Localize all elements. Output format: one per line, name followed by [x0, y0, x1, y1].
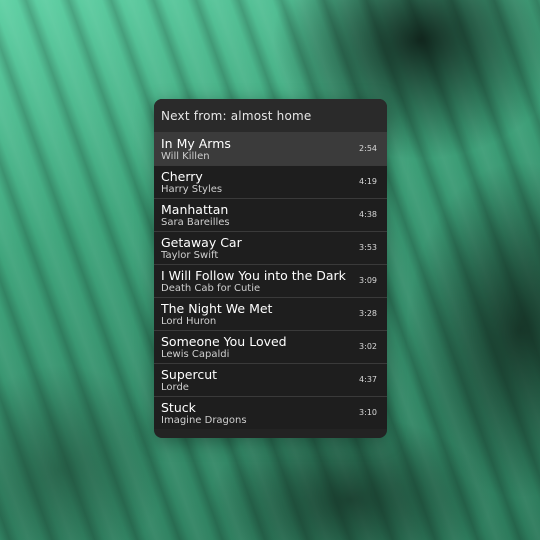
track-title: Someone You Loved — [161, 334, 287, 349]
track-duration: 3:02 — [359, 342, 377, 351]
track-duration: 3:53 — [359, 243, 377, 252]
track-duration: 3:09 — [359, 276, 377, 285]
track-duration: 4:38 — [359, 210, 377, 219]
track-artist: Will Killen — [161, 151, 210, 162]
queue-track-row[interactable]: In My Arms Will Killen 2:54 — [154, 132, 387, 165]
track-artist: Lorde — [161, 382, 189, 393]
track-title: The Night We Met — [161, 301, 273, 316]
track-artist: Death Cab for Cutie — [161, 283, 261, 294]
queue-title: Next from: almost home — [161, 108, 312, 123]
track-duration: 2:54 — [359, 144, 377, 153]
track-duration: 3:10 — [359, 408, 377, 417]
track-artist: Imagine Dragons — [161, 415, 247, 426]
queue-track-row[interactable]: Someone You Loved Lewis Capaldi 3:02 — [154, 330, 387, 363]
track-title: Stuck — [161, 400, 196, 415]
track-title: Getaway Car — [161, 235, 242, 250]
queue-track-row[interactable]: Manhattan Sara Bareilles 4:38 — [154, 198, 387, 231]
track-artist: Sara Bareilles — [161, 217, 230, 228]
track-artist: Lewis Capaldi — [161, 349, 230, 360]
track-artist: Harry Styles — [161, 184, 223, 195]
track-artist: Taylor Swift — [161, 250, 219, 261]
queue-track-row[interactable]: I Will Follow You into the Dark Death Ca… — [154, 264, 387, 297]
track-title: Manhattan — [161, 202, 229, 217]
queue-track-row[interactable]: Cherry Harry Styles 4:19 — [154, 165, 387, 198]
queue-header: Next from: almost home — [154, 99, 387, 132]
queue-track-row[interactable]: Supercut Lorde 4:37 — [154, 363, 387, 396]
track-title: In My Arms — [161, 136, 231, 151]
queue-track-row[interactable]: Getaway Car Taylor Swift 3:53 — [154, 231, 387, 264]
track-duration: 4:37 — [359, 375, 377, 384]
track-duration: 4:19 — [359, 177, 377, 186]
queue-track-row[interactable]: The Night We Met Lord Huron 3:28 — [154, 297, 387, 330]
track-title: Supercut — [161, 367, 218, 382]
track-artist: Lord Huron — [161, 316, 217, 327]
up-next-queue-panel: Next from: almost home In My Arms Will K… — [154, 99, 387, 438]
queue-track-row[interactable]: Stuck Imagine Dragons 3:10 — [154, 396, 387, 429]
track-title: Cherry — [161, 169, 203, 184]
track-duration: 3:28 — [359, 309, 377, 318]
track-title: I Will Follow You into the Dark — [161, 268, 346, 283]
